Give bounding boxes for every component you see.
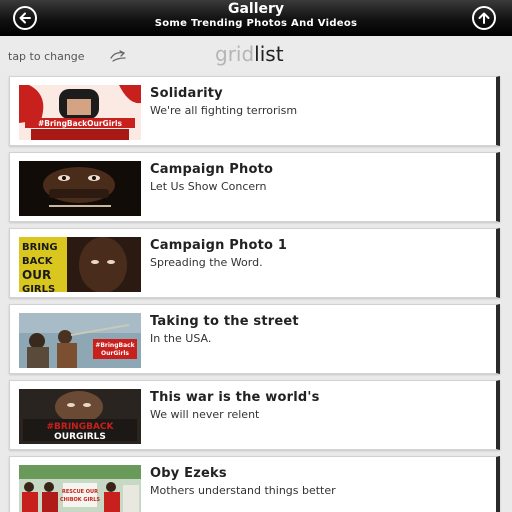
svg-text:#BringBack: #BringBack	[95, 342, 135, 349]
list-item[interactable]: #BringBackOurGirls Solidarity We're all …	[9, 76, 500, 146]
item-subtitle: Mothers understand things better	[150, 484, 336, 497]
item-title: Taking to the street	[150, 314, 299, 329]
page-subtitle: Some Trending Photos And Videos	[154, 18, 358, 29]
grid-view-option[interactable]: grid	[215, 42, 254, 66]
item-title: Solidarity	[150, 86, 223, 101]
item-subtitle: We will never relent	[150, 408, 260, 421]
thumbnail-image: BRING BACK OUR GIRLS	[19, 237, 141, 292]
svg-text:OUR: OUR	[22, 268, 51, 282]
svg-text:GIRLS: GIRLS	[22, 284, 55, 292]
tap-to-change-label: tap to change	[8, 50, 85, 63]
item-subtitle: We're all fighting terrorism	[150, 104, 298, 117]
item-title: Oby Ezeks	[150, 466, 227, 481]
item-subtitle: In the USA.	[150, 332, 212, 345]
svg-text:OurGirls: OurGirls	[101, 350, 129, 357]
item-subtitle: Let Us Show Concern	[150, 180, 267, 193]
list-view-option[interactable]: list	[254, 42, 283, 66]
svg-text:CHIBOK GIRLS: CHIBOK GIRLS	[60, 497, 100, 503]
list-item[interactable]: #BRINGBACK OURGIRLS This war is the worl…	[9, 380, 500, 450]
svg-text:#BringBackOurGirls: #BringBackOurGirls	[38, 119, 123, 128]
svg-text:#BRINGBACK: #BRINGBACK	[46, 422, 114, 432]
item-title: Campaign Photo 1	[150, 238, 288, 253]
item-title: Campaign Photo	[150, 162, 274, 177]
view-toggle[interactable]: gridlist	[215, 42, 284, 66]
thumbnail-image: RESCUE OUR CHIBOK GIRLS	[19, 465, 141, 512]
thumbnail-image: #BringBackOurGirls	[19, 85, 141, 140]
thumbnail-image	[19, 161, 141, 216]
list-item[interactable]: RESCUE OUR CHIBOK GIRLS Oby Ezeks Mother…	[9, 456, 500, 512]
svg-text:RESCUE OUR: RESCUE OUR	[62, 489, 98, 495]
thumbnail-image: #BringBack OurGirls	[19, 313, 141, 368]
up-arrow-icon	[478, 12, 490, 24]
svg-text:OURGIRLS: OURGIRLS	[54, 432, 106, 442]
scroll-top-button[interactable]	[472, 6, 496, 30]
swipe-hand-icon	[110, 50, 126, 62]
view-toolbar: tap to change gridlist	[0, 36, 512, 72]
item-subtitle: Spreading the Word.	[150, 256, 263, 269]
app-header: Gallery Some Trending Photos And Videos	[0, 0, 512, 36]
page-title: Gallery	[227, 1, 285, 17]
list-item[interactable]: BRING BACK OUR GIRLS Campaign Photo 1 Sp…	[9, 228, 500, 298]
list-item[interactable]: #BringBack OurGirls Taking to the street…	[9, 304, 500, 374]
list-item[interactable]: Campaign Photo Let Us Show Concern	[9, 152, 500, 222]
item-title: This war is the world's	[150, 390, 320, 405]
svg-text:BACK: BACK	[22, 256, 54, 267]
svg-text:BRING: BRING	[22, 242, 58, 253]
thumbnail-image: #BRINGBACK OURGIRLS	[19, 389, 141, 444]
